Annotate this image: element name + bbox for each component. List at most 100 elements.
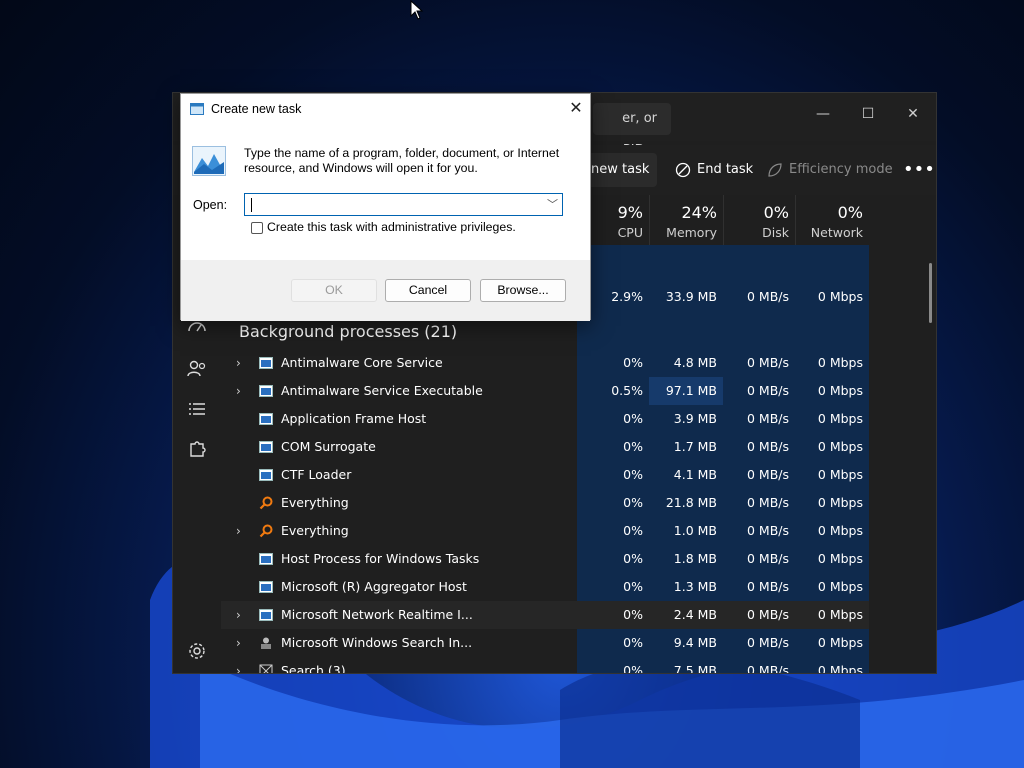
process-search-input[interactable]: er, or PID... [593,103,671,158]
memory-cell: 9.4 MB [673,635,717,650]
users-icon[interactable] [185,357,209,381]
memory-cell: 1.3 MB [673,579,717,594]
table-row[interactable]: Host Process for Windows Tasks 0% 1.8 MB 0 … [221,545,869,573]
dialog-close-icon[interactable]: ✕ [565,98,587,120]
memory-cell: 1.8 MB [673,551,717,566]
magnifier-icon [259,524,273,538]
process-name: COM Surrogate [281,439,376,454]
dialog-titlebar: Create new task ✕ [181,94,590,124]
scrollbar-thumb[interactable] [929,263,932,323]
column-header-disk[interactable]: 0% Disk [723,195,795,245]
table-row[interactable]: › Microsoft Network Realtime I... 0% 2.4 MB… [221,601,869,629]
cpu-cell: 0% [623,495,643,510]
dialog-title: Create new task [211,102,302,116]
open-label: Open: [193,198,228,212]
cpu-cell: 0% [623,355,643,370]
chevron-right-icon[interactable]: › [236,657,241,673]
cpu-cell: 0% [623,523,643,538]
process-name: CTF Loader [281,467,352,482]
table-row[interactable]: › Search (3) 0% 7.5 MB 0 MB/s 0 Mbps [221,657,869,674]
memory-cell: 1.0 MB [673,523,717,538]
close-icon[interactable]: ✕ [890,99,936,129]
ok-button[interactable]: OK [291,279,377,302]
cpu-cell: 0% [623,551,643,566]
memory-cell: 7.5 MB [673,663,717,674]
process-name: Host Process for Windows Tasks [281,551,480,566]
table-row[interactable]: COM Surrogate 0% 1.7 MB 0 MB/s 0 Mbps [221,433,869,461]
column-header-network[interactable]: 0% Network [795,195,869,245]
memory-cell: 4.8 MB [673,355,717,370]
network-cell: 0 Mbps [817,289,863,304]
minimize-icon[interactable]: — [800,99,846,129]
process-name: Microsoft Windows Search In... [281,635,473,650]
disk-cell: 0 MB/s [746,355,789,370]
network-cell: 0 Mbps [817,607,863,622]
process-name: Antimalware Core Service [281,355,443,370]
cancel-button[interactable]: Cancel [385,279,471,302]
run-window-icon [190,103,204,115]
magnifier-icon [259,496,273,510]
network-cell: 0 Mbps [817,411,863,426]
disk-cell: 0 MB/s [746,607,789,622]
disk-cell: 0 MB/s [746,411,789,426]
chevron-right-icon[interactable]: › [236,349,241,377]
admin-privileges-label[interactable]: Create this task with administrative pri… [267,220,516,234]
memory-cell: 4.1 MB [673,467,717,482]
disk-cell: 0 MB/s [746,289,789,304]
chevron-right-icon[interactable]: › [236,377,241,405]
cpu-cell: 0% [623,663,643,674]
browse-button[interactable]: Browse... [480,279,566,302]
efficiency-mode-button[interactable]: Efficiency mode [759,153,901,187]
process-name: Microsoft Network Realtime I... [281,607,473,622]
network-cell: 0 Mbps [817,383,863,398]
table-row[interactable]: Application Frame Host 0% 3.9 MB 0 MB/s 0 Mb… [221,405,869,433]
disk-total: 0% [763,203,789,222]
run-new-task-button[interactable]: new task [583,153,658,187]
cpu-cell: 0% [623,439,643,454]
table-row[interactable]: CTF Loader 0% 4.1 MB 0 MB/s 0 Mbps [221,461,869,489]
settings-gear-icon[interactable] [185,639,209,663]
service-icon [259,580,273,594]
run-app-icon [192,146,226,176]
service-icon [259,468,273,482]
column-header-memory[interactable]: 24% Memory [649,195,723,245]
table-row[interactable]: › Antimalware Core Service 0% 4.8 MB 0 MB/s 0… [221,349,869,377]
network-cell: 0 Mbps [817,579,863,594]
table-row[interactable]: Microsoft (R) Aggregator Host 0% 1.3 MB 0 M… [221,573,869,601]
disk-cell: 0 MB/s [746,439,789,454]
process-name: Antimalware Service Executable [281,383,483,398]
chevron-right-icon[interactable]: › [236,601,241,629]
search-indexer-icon [259,636,273,650]
table-row[interactable]: › Everything 0% 1.0 MB 0 MB/s 0 Mbps [221,517,869,545]
cpu-cell: 0.5% [611,383,643,398]
memory-cell: 21.8 MB [665,495,717,510]
maximize-icon[interactable]: ☐ [845,99,891,129]
details-list-icon[interactable] [185,397,209,421]
table-row[interactable]: Everything 0% 21.8 MB 0 MB/s 0 Mbps [221,489,869,517]
end-task-button[interactable]: End task [667,153,761,187]
chevron-right-icon[interactable]: › [236,517,241,545]
table-row[interactable]: › Microsoft Windows Search In... 0% 9.4 MB 0… [221,629,869,657]
service-icon [259,356,273,370]
services-puzzle-icon[interactable] [185,438,209,462]
service-icon [259,552,273,566]
disk-cell: 0 MB/s [746,635,789,650]
memory-label: Memory [666,225,717,240]
leaf-icon [768,162,782,177]
admin-privileges-checkbox[interactable] [251,222,263,234]
more-options-button[interactable]: ••• [895,153,936,187]
create-new-task-dialog: Create new task ✕ Type the name of a pro… [180,93,591,321]
network-cell: 0 Mbps [817,439,863,454]
chevron-right-icon[interactable]: › [236,629,241,657]
table-row[interactable]: › Antimalware Service Executable 0.5% 97.1 … [221,377,869,405]
open-input[interactable]: ﹀ [244,193,563,216]
memory-cell: 97.1 MB [649,377,723,405]
end-task-icon [675,162,691,177]
cpu-cell: 0% [623,635,643,650]
process-name: Microsoft (R) Aggregator Host [281,579,467,594]
chevron-down-icon[interactable]: ﹀ [547,196,558,212]
network-cell: 0 Mbps [817,551,863,566]
network-cell: 0 Mbps [817,635,863,650]
disk-label: Disk [762,225,789,240]
cpu-cell: 0% [623,411,643,426]
